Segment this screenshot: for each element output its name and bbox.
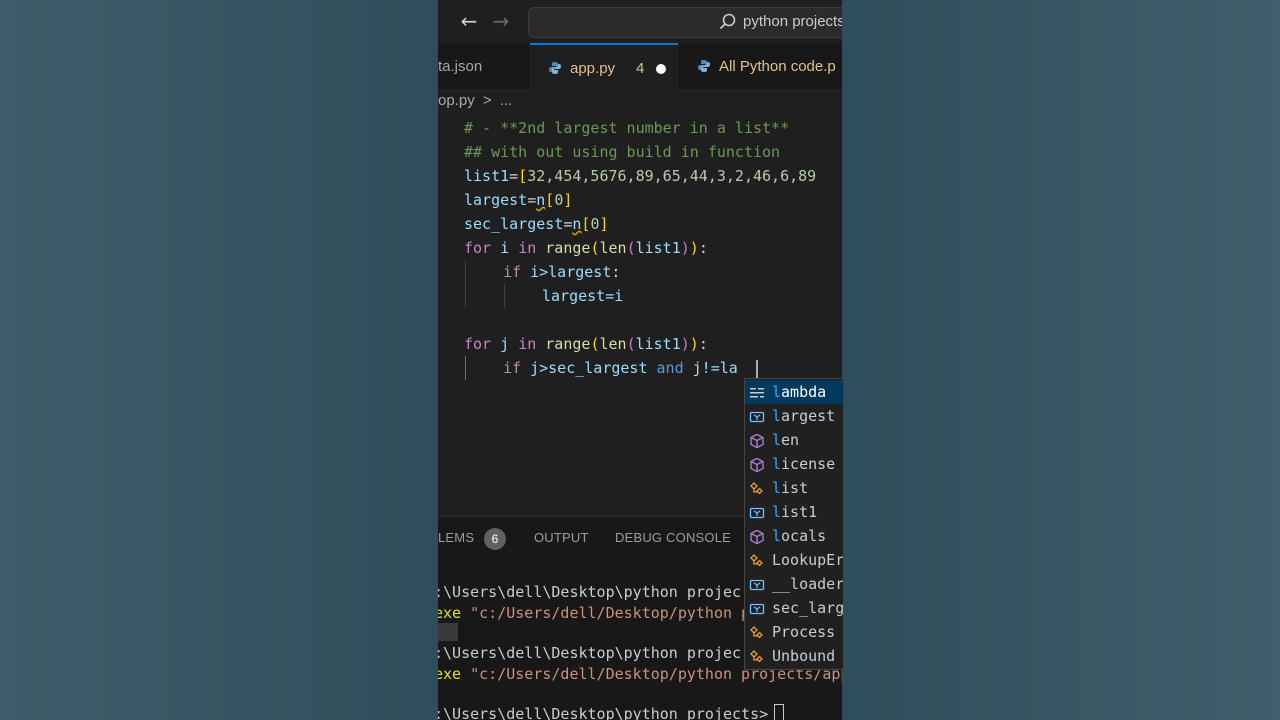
unsaved-dot-icon[interactable]	[656, 64, 666, 74]
tab-label: All Python code.p	[719, 58, 836, 75]
suggestion-item[interactable]: len	[745, 428, 843, 452]
editor-tabs: ta.json app.py 4 All Python code.p	[438, 43, 842, 92]
code-line-2: ## with out using build in function	[464, 143, 781, 161]
background-right	[842, 0, 1280, 720]
text-cursor	[756, 360, 758, 380]
code-line-3: list1=[32,454,5676,89,65,44,3,2,46,6,89	[464, 167, 817, 185]
function-icon	[749, 528, 765, 545]
variable-icon	[749, 576, 765, 592]
class-icon	[749, 648, 765, 664]
terminal-line-3: :\Users\dell\Desktop\python projec	[438, 644, 742, 662]
terminal-selection-block	[438, 623, 458, 641]
suggestion-item[interactable]: Unbound	[745, 644, 843, 668]
tab-app-py[interactable]: app.py 4	[530, 43, 678, 92]
background-left	[0, 0, 438, 720]
keyword-icon	[749, 384, 765, 400]
suggestion-label: largest	[772, 407, 836, 425]
indent-guide-active	[465, 356, 466, 380]
suggestion-label: Process	[772, 623, 836, 641]
function-icon	[749, 432, 765, 449]
code-line-4: largest=n[0]	[464, 191, 573, 209]
suggestion-label: LookupEr	[772, 551, 844, 569]
variable-icon	[749, 408, 765, 424]
class-icon	[749, 624, 765, 640]
tab-label: app.py	[570, 60, 616, 77]
python-icon	[549, 62, 561, 74]
title-bar: ← → python projects	[438, 0, 842, 43]
command-center[interactable]: python projects	[528, 7, 842, 38]
back-arrow-icon[interactable]: ←	[458, 10, 480, 32]
variable-icon	[749, 600, 765, 616]
suggestion-item[interactable]: largest	[745, 404, 843, 428]
suggestion-item[interactable]: list	[745, 476, 843, 500]
tab-problem-count: 4	[636, 60, 645, 77]
class-icon	[749, 552, 765, 568]
code-line-5: sec_largest=n[0]	[464, 215, 609, 233]
python-icon	[698, 60, 710, 72]
code-line-6: for i in range(len(list1)):	[464, 239, 708, 257]
problems-count-badge: 6	[484, 528, 506, 550]
class-icon	[749, 480, 765, 496]
chevron-right-icon: >	[482, 92, 492, 109]
breadcrumb-more[interactable]: ...	[500, 92, 513, 109]
forward-arrow-icon[interactable]: →	[490, 10, 512, 32]
breadcrumb-file[interactable]: op.py	[438, 92, 475, 109]
suggestion-item[interactable]: license	[745, 452, 843, 476]
code-line-8: largest=i	[542, 287, 624, 305]
command-center-text: python projects	[743, 13, 842, 30]
tab-data-json[interactable]: ta.json	[438, 43, 530, 90]
suggestion-label: len	[772, 431, 800, 449]
suggestion-item[interactable]: __loader	[745, 572, 844, 596]
terminal-line-1: :\Users\dell\Desktop\python projec	[438, 583, 742, 601]
suggestion-label: license	[772, 455, 836, 473]
suggestion-label: __loader	[772, 575, 844, 593]
code-line-7: if i>largest:	[503, 263, 621, 281]
suggestion-label: lambda	[772, 383, 827, 401]
tab-label: ta.json	[438, 58, 483, 75]
indent-guide	[465, 260, 466, 308]
suggestion-item[interactable]: list1	[745, 500, 843, 524]
tab-all-python-code[interactable]: All Python code.p	[679, 43, 842, 90]
code-line-1: # - **2nd largest number in a list**	[464, 119, 790, 137]
search-icon	[719, 13, 736, 30]
tab-debug-console[interactable]: DEBUG CONSOLE	[615, 530, 731, 545]
suggestion-item[interactable]: lambda	[745, 380, 843, 404]
tab-problems[interactable]: LEMS	[438, 530, 474, 545]
suggestion-item[interactable]: locals	[745, 524, 843, 548]
suggest-widget[interactable]: lambda largest len license list list1 locals Lo…	[744, 378, 844, 670]
breadcrumb: op.py > ...	[438, 92, 512, 114]
terminal-line-5[interactable]: :\Users\dell\Desktop\python projects>	[438, 703, 785, 720]
suggestion-label: list	[772, 479, 809, 497]
code-line-10: for j in range(len(list1)):	[464, 335, 708, 353]
indent-guide	[504, 284, 505, 308]
variable-icon	[749, 504, 765, 520]
suggestion-label: sec_larg	[772, 599, 844, 617]
suggestion-label: list1	[772, 503, 818, 521]
suggestion-label: Unbound	[772, 647, 836, 665]
terminal-cursor	[774, 704, 785, 720]
suggestion-item[interactable]: LookupEr	[745, 548, 844, 572]
terminal-line-2: exe "c:/Users/dell/Desktop/python p	[438, 604, 751, 622]
suggestion-item[interactable]: Process	[745, 620, 843, 644]
suggestion-label: locals	[772, 527, 827, 545]
code-line-11: if j>sec_largest and j!=la	[503, 359, 738, 377]
function-icon	[749, 456, 765, 473]
suggestion-item[interactable]: sec_larg	[745, 596, 844, 620]
tab-output[interactable]: OUTPUT	[534, 530, 589, 545]
